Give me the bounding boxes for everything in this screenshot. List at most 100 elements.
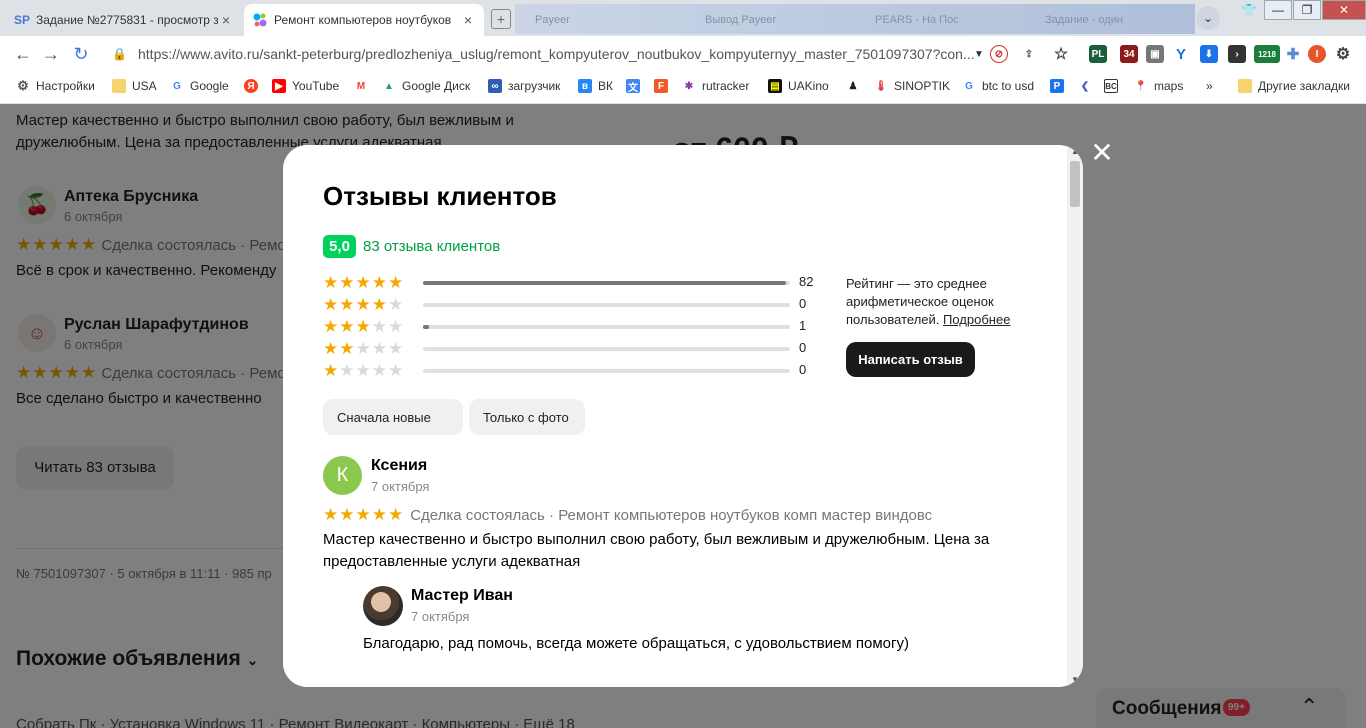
ghost-tab[interactable]: Задание - один (1045, 14, 1123, 26)
bookmark-vk[interactable]: в ВК (578, 79, 613, 93)
badge-extension-icon[interactable]: 34 (1120, 45, 1138, 63)
rating-stars: ★★★★★ (323, 361, 405, 380)
ghost-tab[interactable]: Вывод Payeer (705, 14, 776, 26)
briefcase-icon[interactable]: ▣ (1146, 45, 1164, 63)
p-icon: P (1050, 79, 1064, 93)
close-icon[interactable]: ✕ (1090, 139, 1114, 167)
bookmark-label: btc to usd (982, 79, 1035, 93)
minimize-button[interactable]: — (1264, 0, 1292, 20)
bookmark-usa[interactable]: USA (112, 79, 157, 93)
reload-button[interactable]: ↻ (70, 44, 92, 64)
rating-row-4[interactable]: ★★★★★ 0 (323, 295, 823, 315)
filter-newest-button[interactable]: Сначала новые (323, 399, 463, 435)
scrollbar-thumb[interactable] (1070, 161, 1080, 207)
close-tab-icon[interactable]: × (218, 12, 234, 28)
bookmark-label: Google (190, 79, 229, 93)
rating-bar-fill (423, 325, 429, 329)
sp-icon: SP (14, 13, 31, 27)
thermometer-icon: 🌡 (874, 80, 888, 92)
loader-icon: ∞ (488, 79, 502, 93)
bookmark-label: rutracker (702, 79, 750, 93)
ghost-tab[interactable]: Payeer (535, 14, 570, 26)
yandex-icon: Я (244, 79, 258, 93)
back-button[interactable]: ← (12, 44, 34, 64)
url-text[interactable]: https://www.avito.ru/sankt-peterburg/pre… (138, 46, 974, 62)
terminal-icon[interactable]: › (1228, 45, 1246, 63)
browser-menu-icon[interactable]: ⚙ (1334, 45, 1352, 63)
bookmark-star-icon[interactable]: ☆ (1052, 45, 1070, 63)
gmail-icon: M (356, 80, 366, 92)
review-date: 7 октября (371, 479, 430, 494)
page-content: Мастер качественно и быстро выполнил сво… (0, 104, 1366, 728)
bookmark-translate[interactable]: 文 (626, 79, 646, 94)
puzzle-icon[interactable]: ✚ (1284, 45, 1302, 63)
bookmark-youtube[interactable]: ▶ YouTube (272, 79, 339, 93)
bookmark-rutracker[interactable]: ✱ rutracker (682, 79, 750, 93)
modal-scrollbar[interactable]: ▲ ▼ (1067, 145, 1083, 687)
blocked-icon[interactable]: ⊘ (990, 45, 1008, 63)
bookmark-btc[interactable]: Gbtc to usd (962, 79, 1034, 93)
pl-extension-icon[interactable]: PL (1089, 45, 1107, 63)
bookmark-maps[interactable]: 📍 maps (1134, 79, 1184, 93)
bc-icon: BC (1104, 79, 1118, 93)
new-tab-button[interactable]: + (491, 9, 511, 29)
bookmark-label: загрузчик (508, 79, 561, 93)
bookmark-loader[interactable]: ∞ загрузчик (488, 79, 560, 93)
rating-row-2[interactable]: ★★★★★ 0 (323, 339, 823, 359)
google-icon: G (965, 80, 973, 92)
tab-avito[interactable]: Ремонт компьютеров ноутбуков × (244, 4, 484, 36)
rating-count: 1 (799, 318, 807, 333)
scroll-up-icon[interactable]: ▲ (1067, 147, 1083, 159)
uakino-icon: ▤ (768, 79, 782, 93)
maximize-button[interactable]: ❐ (1293, 0, 1321, 20)
chevron-down-icon[interactable]: ▼ (974, 49, 988, 60)
filter-with-photo-button[interactable]: Только с фото (469, 399, 585, 435)
rating-bar-fill (423, 281, 787, 285)
bookmark-f[interactable]: F (654, 79, 674, 93)
rating-row-5[interactable]: ★★★★★ 82 (323, 273, 823, 293)
bookmark-p[interactable]: P (1050, 79, 1070, 93)
bookmark-uakino[interactable]: ▤ UAKino (768, 79, 829, 93)
forward-button[interactable]: → (40, 44, 62, 64)
rating-bar (423, 347, 790, 351)
rating-row-1[interactable]: ★★★★★ 0 (323, 361, 823, 381)
window-controls: 👕 — ❐ ✕ (1234, 0, 1366, 20)
reviewer-name[interactable]: Ксения (371, 457, 427, 475)
more-link[interactable]: Подробнее (943, 312, 1010, 327)
ghost-tab[interactable]: PEARS - На Пос (875, 14, 959, 26)
download-icon[interactable]: ⬇ (1200, 45, 1218, 63)
rating-bar (423, 369, 790, 373)
bookmark-settings[interactable]: ⚙ Настройки (16, 78, 95, 93)
write-review-button[interactable]: Написать отзыв (846, 342, 975, 377)
bookmark-sinoptik[interactable]: 🌡 SINOPTIK (874, 79, 950, 93)
scroll-down-icon[interactable]: ▼ (1067, 675, 1083, 687)
bookmark-drive[interactable]: ▲ Google Диск (382, 79, 470, 93)
tab-search-icon[interactable]: ⌄ (1196, 6, 1220, 30)
window-close-button[interactable]: ✕ (1322, 0, 1366, 20)
bookmark-google[interactable]: G Google (170, 79, 229, 93)
y-extension-icon[interactable]: Y (1172, 45, 1190, 63)
tab-task[interactable]: SP Задание №2775831 - просмотр з × (6, 4, 242, 36)
rating-bar (423, 325, 790, 329)
bookmark-label: Настройки (36, 79, 95, 93)
lock-icon[interactable]: 🔒 (112, 47, 128, 61)
figure-icon: ♟ (848, 80, 858, 92)
counter-extension-icon[interactable]: 1218 (1254, 45, 1280, 63)
address-bar[interactable]: 🔒 https://www.avito.ru/sankt-peterburg/p… (100, 41, 988, 67)
bookmark-arrow[interactable]: ❮ (1078, 79, 1098, 93)
bookmark-gmail[interactable]: M (354, 79, 374, 93)
seller-name[interactable]: Мастер Иван (411, 587, 513, 605)
bookmark-yandex[interactable]: Я (244, 79, 264, 93)
bookmark-bc[interactable]: BC (1104, 79, 1124, 93)
other-bookmarks[interactable]: Другие закладки (1238, 79, 1350, 93)
rating-row-3[interactable]: ★★★★★ 1 (323, 317, 823, 337)
profile-avatar[interactable]: I (1308, 45, 1326, 63)
bookmarks-more-button[interactable]: » (1206, 79, 1213, 93)
bookmark-figure[interactable]: ♟ (846, 79, 866, 93)
close-tab-icon[interactable]: × (460, 12, 476, 28)
rating-note: Рейтинг — это среднее арифметическое оце… (846, 275, 1046, 329)
shirt-icon[interactable]: 👕 (1235, 0, 1263, 20)
tab-bar: SP Задание №2775831 - просмотр з × Ремон… (0, 0, 1366, 36)
share-icon[interactable]: ⇪ (1020, 45, 1038, 63)
arrow-icon: ❮ (1080, 80, 1090, 92)
